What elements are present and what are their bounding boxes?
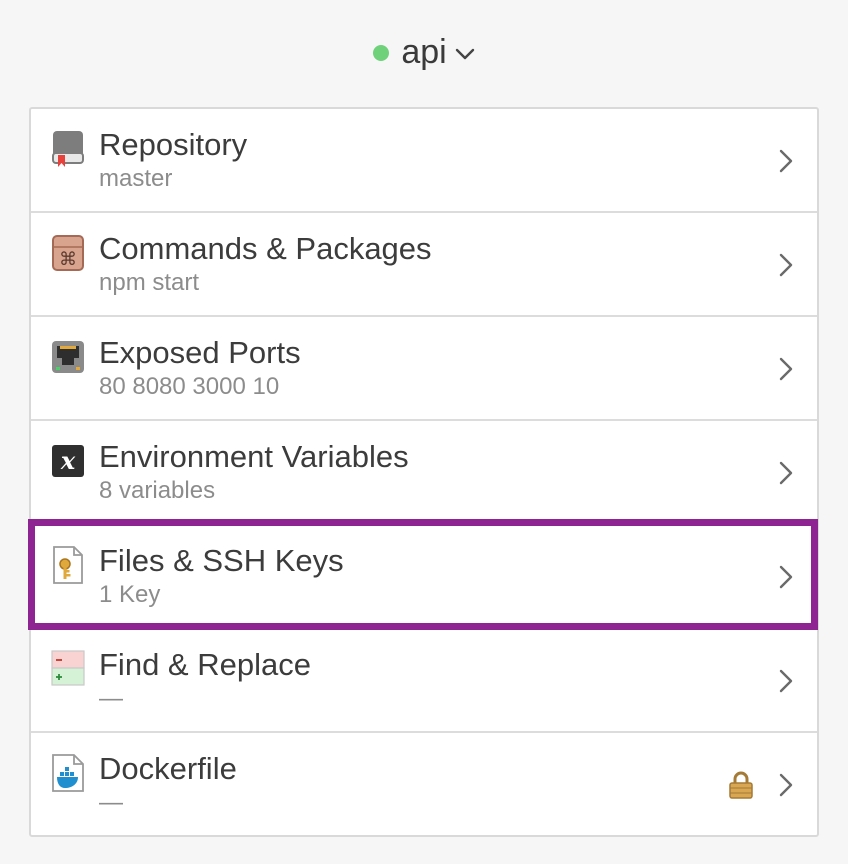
row-environment-variables[interactable]: x Environment Variables 8 variables [31, 421, 817, 525]
row-commands-packages[interactable]: ⌘ Commands & Packages npm start [31, 213, 817, 317]
lock-icon [729, 771, 753, 799]
chevron-right-icon [779, 357, 793, 381]
header: api [0, 26, 848, 78]
service-name: api [401, 33, 447, 71]
diff-icon [51, 650, 85, 686]
settings-list: Repository master ⌘ Commands & Packages … [29, 107, 819, 837]
row-subtitle: npm start [99, 269, 200, 296]
chevron-right-icon [779, 669, 793, 693]
chevron-right-icon [779, 149, 793, 173]
row-subtitle: 80 8080 3000 10 [99, 373, 280, 400]
chevron-right-icon [779, 461, 793, 485]
row-title: Find & Replace [99, 647, 311, 682]
row-exposed-ports[interactable]: Exposed Ports 80 8080 3000 10 [31, 317, 817, 421]
row-find-replace[interactable]: Find & Replace — [31, 629, 817, 733]
row-subtitle: 8 variables [99, 477, 216, 504]
row-repository[interactable]: Repository master [31, 109, 817, 213]
row-title: Commands & Packages [99, 231, 432, 266]
row-files-ssh-keys[interactable]: Files & SSH Keys 1 Key [31, 525, 817, 629]
row-dockerfile[interactable]: Dockerfile — [31, 733, 817, 837]
row-subtitle: 1 Key [99, 581, 161, 608]
row-subtitle: master [99, 165, 173, 192]
chevron-right-icon [779, 565, 793, 589]
row-subtitle: — [99, 685, 123, 712]
chevron-down-icon [455, 48, 474, 60]
ethernet-port-icon [52, 341, 84, 373]
service-picker[interactable]: api [373, 35, 474, 69]
docker-file-icon [52, 754, 84, 792]
row-title: Exposed Ports [99, 335, 301, 370]
row-title: Files & SSH Keys [99, 543, 344, 578]
row-title: Dockerfile [99, 751, 237, 786]
chevron-right-icon [779, 253, 793, 277]
repository-book-icon [52, 131, 84, 167]
svg-text:⌘: ⌘ [59, 249, 77, 270]
status-dot [373, 45, 390, 61]
row-subtitle: — [99, 789, 123, 816]
row-title: Environment Variables [99, 439, 409, 474]
chevron-right-icon [779, 773, 793, 797]
row-title: Repository [99, 127, 248, 162]
variable-x-icon: x [52, 445, 84, 477]
command-box-icon: ⌘ [52, 235, 84, 271]
key-file-icon [53, 546, 83, 584]
svg-text:x: x [60, 446, 76, 475]
